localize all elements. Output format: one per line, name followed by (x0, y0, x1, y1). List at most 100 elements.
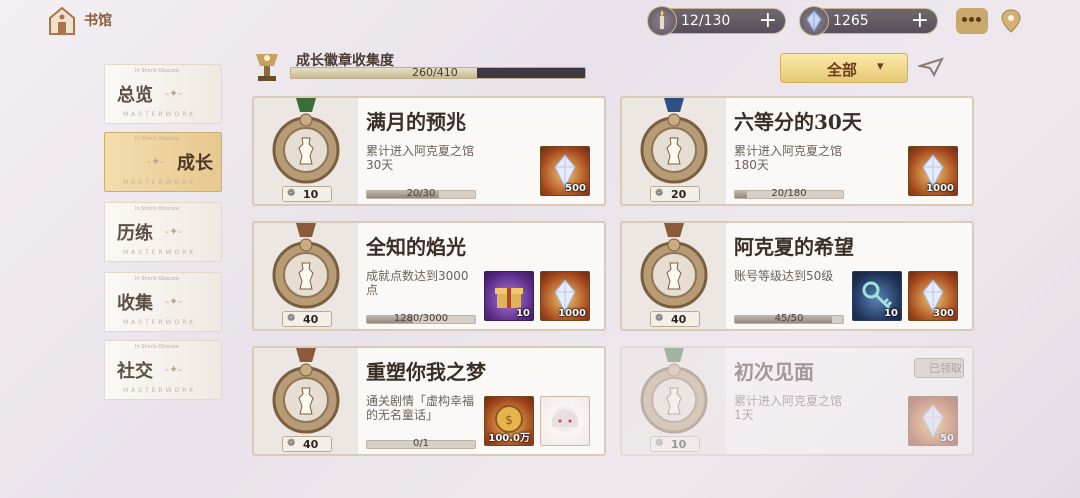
gear-icon: ❁ (655, 438, 664, 449)
level-badge: ❁ 10 (650, 436, 700, 452)
chevron-down-icon: ▾ (877, 59, 884, 74)
ornament-icon: -✦- (165, 295, 183, 308)
tab-4[interactable]: In Shoris Obscure 社交 -✦- MASTERWORK (104, 340, 222, 400)
tab-sub-text: MASTERWORK (123, 111, 197, 118)
tab-tiny-text: In Shoris Obscure (135, 276, 179, 282)
medal-icon (266, 348, 346, 444)
tab-3[interactable]: In Shoris Obscure 收集 -✦- MASTERWORK (104, 272, 222, 332)
tab-sub-text: MASTERWORK (123, 249, 197, 256)
card-title: 满月的预兆 (366, 110, 466, 134)
stamina-value: 12/130 (681, 13, 731, 29)
crystal-icon (799, 6, 829, 36)
house-icon[interactable] (48, 6, 76, 36)
ornament-icon: -✦- (165, 363, 183, 376)
card-description: 累计进入阿克夏之馆180天 (734, 144, 843, 172)
paper-plane-icon[interactable] (918, 56, 944, 78)
card-progress-text: 45/50 (774, 313, 804, 324)
chat-bubble-icon[interactable] (956, 8, 988, 34)
reward-quantity: 50 (940, 433, 954, 444)
gear-icon: ❁ (655, 188, 664, 199)
reward-quantity: 300 (933, 308, 954, 319)
home-label: 书馆 (84, 13, 112, 29)
reward-crystal-icon[interactable]: 500 (540, 146, 590, 196)
card-description: 累计进入阿克夏之馆1天 (734, 394, 843, 422)
reward-crystal-icon[interactable]: 1000 (908, 146, 958, 196)
tab-label: 收集 (117, 293, 153, 314)
card-progress-bar: 1280/3000 (366, 313, 476, 324)
gems-value: 1265 (833, 13, 869, 29)
add-gems-button[interactable]: + (911, 9, 929, 33)
card-progress-bar: 45/50 (734, 313, 844, 324)
reward-quantity: 500 (565, 183, 586, 194)
medal-icon (634, 348, 714, 444)
claimed-label: 已领取 (929, 362, 962, 375)
level-badge: ❁ 40 (650, 311, 700, 327)
reward-coin-icon[interactable]: $100.0万 (484, 396, 534, 446)
tab-label: 历练 (117, 223, 153, 244)
tab-tiny-text: In Shoris Obscure (135, 206, 179, 212)
gems-counter[interactable]: 1265 + (799, 6, 938, 36)
card-description: 账号等级达到50级 (734, 269, 834, 283)
map-pin-icon[interactable] (1000, 8, 1022, 34)
reward-portrait-icon[interactable] (540, 396, 590, 446)
stamina-counter[interactable]: 12/130 + (647, 6, 786, 36)
reward-crystal-icon[interactable]: 1000 (540, 271, 590, 321)
tab-label: 社交 (117, 361, 153, 382)
achievement-card: ❁ 10 初次见面累计进入阿克夏之馆1天 已领取 50 (620, 346, 974, 456)
tab-tiny-text: In Shoris Obscure (135, 68, 179, 74)
medal-icon (266, 98, 346, 194)
level-badge: ❁ 10 (282, 186, 332, 202)
level-value: 40 (303, 438, 319, 451)
level-value: 40 (303, 313, 319, 326)
card-progress-text: 20/30 (406, 188, 436, 199)
card-description: 通关剧情「虚构幸福的无名童话」 (366, 394, 475, 422)
gear-icon: ❁ (287, 188, 296, 199)
reward-crystal-icon[interactable]: 50 (908, 396, 958, 446)
tab-label: 成长 (177, 153, 213, 174)
level-value: 10 (303, 188, 319, 201)
chess-trophy-icon (256, 54, 278, 81)
medal-icon (266, 223, 346, 319)
card-title: 阿克夏的希望 (734, 235, 854, 259)
reward-quantity: 1000 (926, 183, 954, 194)
card-progress-bar: 20/180 (734, 188, 844, 199)
card-description: 累计进入阿克夏之馆30天 (366, 144, 475, 172)
reward-quantity: 100.0万 (488, 433, 530, 444)
tab-1[interactable]: In Shoris Obscure 成长 -✦- MASTERWORK (104, 132, 222, 192)
card-progress-text: 20/180 (771, 188, 807, 199)
level-value: 40 (671, 313, 687, 326)
ornament-icon: -✦- (165, 225, 183, 238)
tab-sub-text: MASTERWORK (123, 179, 197, 186)
gear-icon: ❁ (287, 438, 296, 449)
achievement-card: ❁ 10 满月的预兆累计进入阿克夏之馆30天 20/30 500 (252, 96, 606, 206)
card-progress-bar: 20/30 (366, 188, 476, 199)
level-value: 10 (671, 438, 687, 451)
svg-text:$: $ (505, 413, 513, 427)
card-title: 全知的焰光 (366, 235, 466, 259)
filter-dropdown[interactable]: 全部 ▾ (780, 53, 908, 83)
medal-icon (634, 223, 714, 319)
tab-tiny-text: In Shoris Obscure (135, 136, 179, 142)
achievement-card: ❁ 20 六等分的30天累计进入阿克夏之馆180天 20/180 1000 (620, 96, 974, 206)
achievement-card: ❁ 40 全知的焰光 成就点数达到3000点 1280/3000 10 1000 (252, 221, 606, 331)
tab-sub-text: MASTERWORK (123, 387, 197, 394)
collection-progress-text: 260/410 (412, 66, 458, 79)
ornament-icon: -✦- (165, 87, 183, 100)
reward-crystal-icon[interactable]: 300 (908, 271, 958, 321)
card-title: 初次见面 (734, 360, 814, 384)
filter-label: 全部 (827, 61, 858, 79)
tab-2[interactable]: In Shoris Obscure 历练 -✦- MASTERWORK (104, 202, 222, 262)
reward-quantity: 10 (884, 308, 898, 319)
card-title: 六等分的30天 (734, 110, 862, 134)
ornament-icon: -✦- (147, 155, 165, 168)
gear-icon: ❁ (655, 313, 664, 324)
add-stamina-button[interactable]: + (759, 9, 777, 33)
card-description: 成就点数达到3000点 (366, 269, 469, 297)
reward-gift-box-icon[interactable]: 10 (484, 271, 534, 321)
tab-0[interactable]: In Shoris Obscure 总览 -✦- MASTERWORK (104, 64, 222, 124)
level-badge: ❁ 20 (650, 186, 700, 202)
card-progress-text: 1280/3000 (393, 313, 449, 324)
reward-key-icon[interactable]: 10 (852, 271, 902, 321)
candle-icon (647, 6, 677, 36)
tab-label: 总览 (117, 85, 153, 106)
